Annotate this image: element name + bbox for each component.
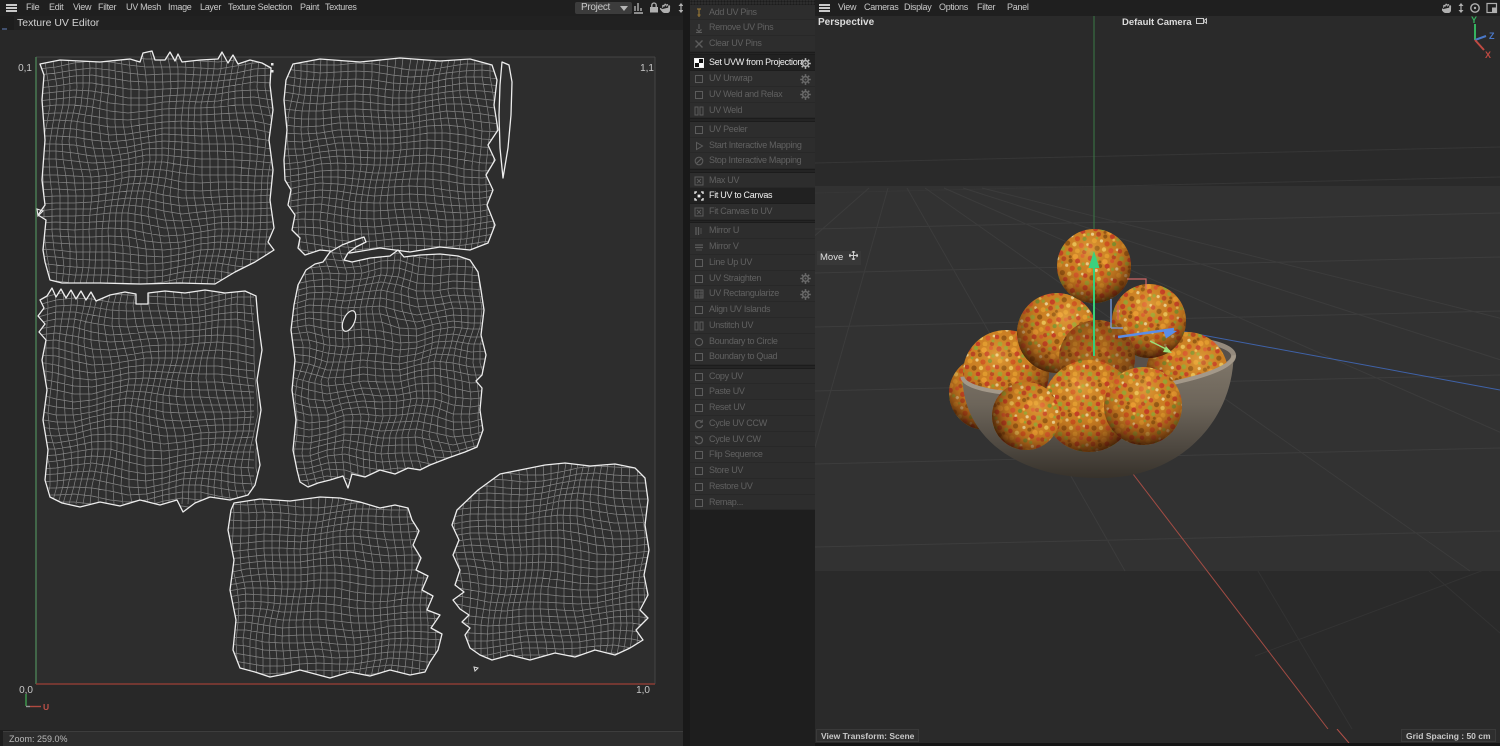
svg-text:Z: Z (1489, 31, 1495, 41)
svg-text:1,0: 1,0 (636, 685, 650, 696)
svg-text:1,1: 1,1 (640, 63, 654, 74)
svg-text:Y: Y (1471, 16, 1477, 25)
svg-text:U: U (43, 702, 49, 712)
svg-text:X: X (1485, 50, 1491, 60)
svg-text:0,1: 0,1 (18, 63, 32, 74)
